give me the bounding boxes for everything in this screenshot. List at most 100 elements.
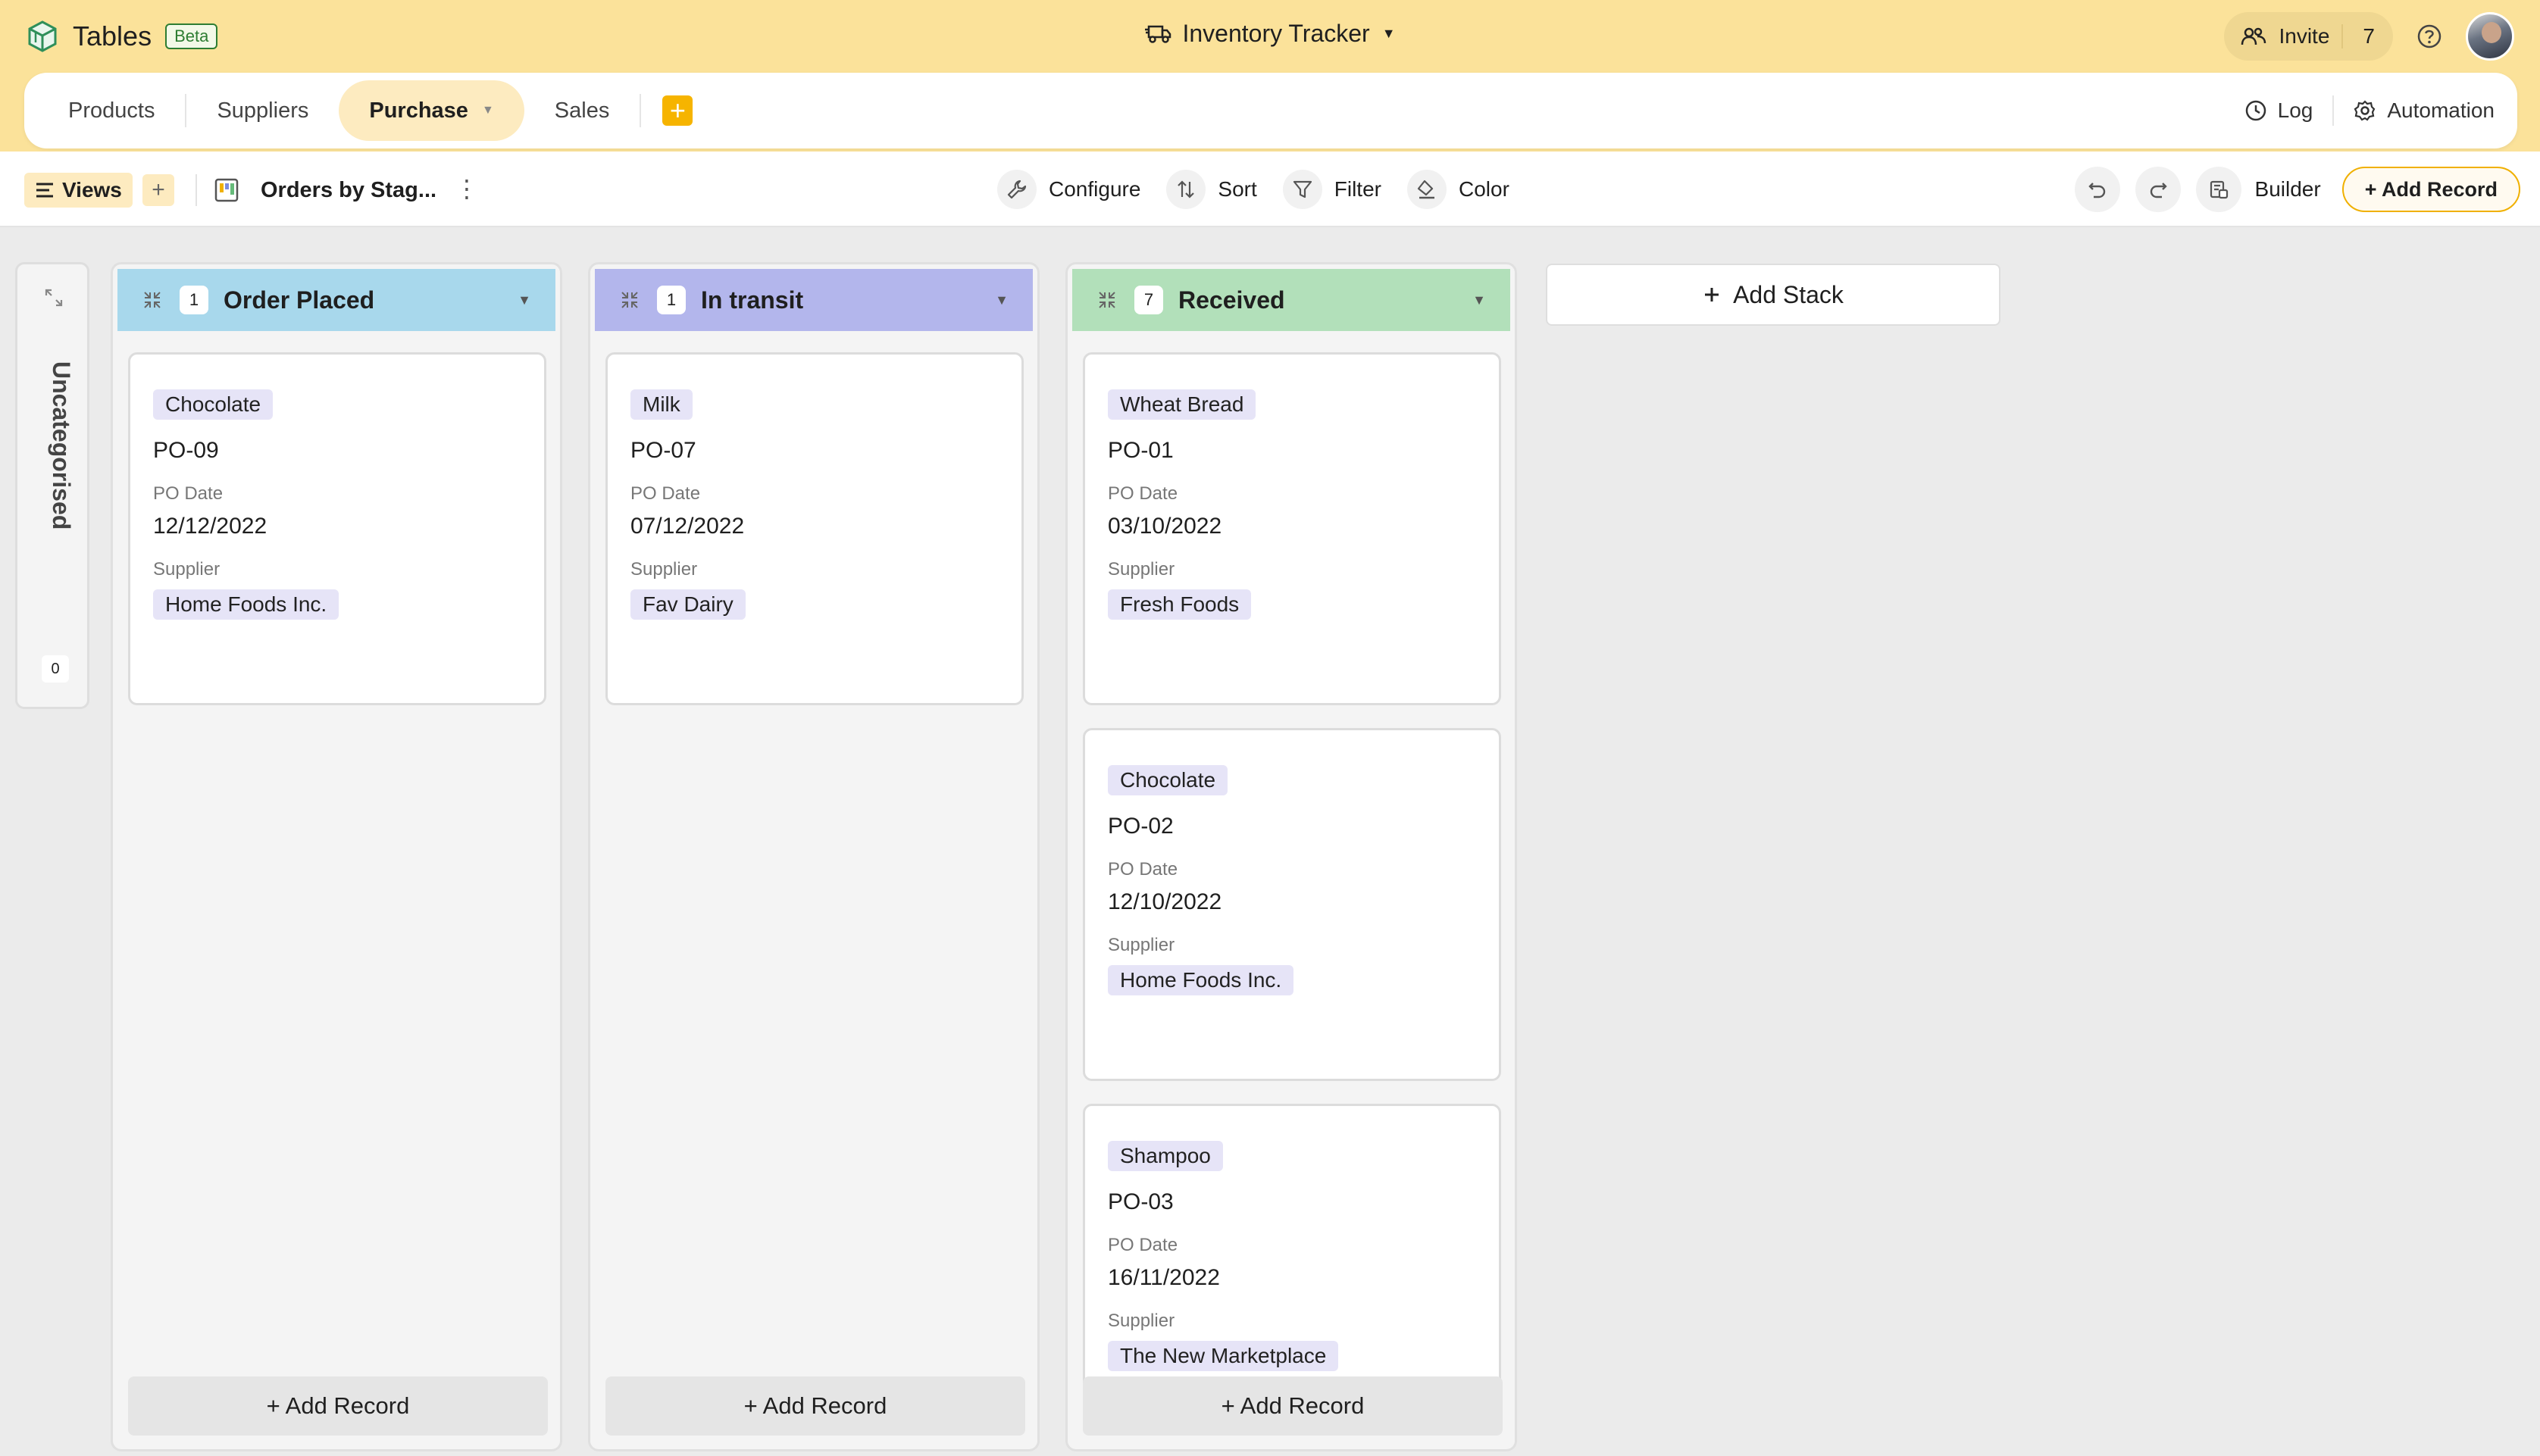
stack-title: In transit [701,286,804,314]
user-avatar[interactable] [2466,12,2514,61]
help-icon[interactable] [2416,23,2443,50]
stack-header[interactable]: 1 In transit ▼ [595,269,1033,331]
views-button[interactable]: Views [24,173,133,208]
po-number: PO-09 [153,438,219,463]
builder-label: Builder [2254,177,2321,201]
stack-received: 7 Received ▼ Wheat Bread PO-01 PO Date 0… [1065,262,1517,1451]
collapse-icon[interactable] [1096,289,1118,311]
tab-sales[interactable]: Sales [524,80,640,141]
tab-label: Purchase [369,98,468,123]
invite-label: Invite [2279,24,2330,48]
po-date-value: 07/12/2022 [630,514,745,539]
collapse-icon[interactable] [142,289,163,311]
paint-bucket-icon [1407,170,1447,209]
supplier-chip: Home Foods Inc. [153,589,339,620]
chevron-down-icon[interactable]: ▼ [482,104,494,117]
supplier-label: Supplier [1108,935,1175,955]
chevron-down-icon: ▼ [1381,26,1396,41]
supplier-chip: Home Foods Inc. [1108,965,1294,995]
po-date-label: PO Date [1108,483,1178,504]
tab-products[interactable]: Products [38,80,185,141]
builder-button[interactable]: Builder [2195,167,2321,212]
po-number: PO-01 [1108,438,1174,463]
add-view-button[interactable]: + [142,174,174,206]
po-date-value: 12/12/2022 [153,514,267,539]
filter-button[interactable]: Filter [1282,170,1381,209]
invite-count: 7 [2341,24,2375,48]
stack-in-transit: 1 In transit ▼ Milk PO-07 PO Date 07/12/… [588,262,1040,1451]
stack-add-record-button[interactable]: + Add Record [128,1376,548,1436]
views-label: Views [62,178,122,202]
clock-icon [2244,99,2267,122]
chevron-down-icon[interactable]: ▼ [518,292,531,308]
collapse-icon[interactable] [619,289,640,311]
po-number: PO-02 [1108,814,1174,839]
sort-button[interactable]: Sort [1166,170,1257,209]
add-table-button[interactable]: + [662,95,693,126]
sort-label: Sort [1218,177,1257,201]
users-icon [2241,27,2266,46]
plus-icon: + [669,95,686,126]
record-card[interactable]: Wheat Bread PO-01 PO Date 03/10/2022 Sup… [1083,352,1501,705]
plus-icon [1703,286,1721,304]
redo-icon[interactable] [2135,167,2181,212]
color-button[interactable]: Color [1407,170,1509,209]
stack-count: 1 [657,286,686,314]
plus-icon: + [152,177,165,202]
record-card[interactable]: Shampoo PO-03 PO Date 16/11/2022 Supplie… [1083,1104,1501,1383]
stack-title: Received [1178,286,1285,314]
menu-icon [35,182,55,198]
po-date-label: PO Date [1108,859,1178,880]
po-number: PO-07 [630,438,696,463]
supplier-label: Supplier [630,559,698,580]
record-card[interactable]: Chocolate PO-02 PO Date 12/10/2022 Suppl… [1083,728,1501,1081]
po-date-value: 03/10/2022 [1108,514,1222,539]
filter-icon [1282,170,1322,209]
add-record-button[interactable]: + Add Record [2341,167,2520,212]
current-view[interactable]: Orders by Stag... [214,173,436,208]
po-date-label: PO Date [1108,1235,1178,1255]
divider [2332,95,2335,126]
configure-label: Configure [1049,177,1141,201]
stack-count: 1 [180,286,208,314]
automation-button[interactable]: Automation [2354,98,2495,123]
stack-header[interactable]: 7 Received ▼ [1072,269,1510,331]
chevron-down-icon[interactable]: ▼ [1472,292,1486,308]
filter-label: Filter [1334,177,1381,201]
record-card[interactable]: Chocolate PO-09 PO Date 12/12/2022 Suppl… [128,352,546,705]
color-label: Color [1459,177,1509,201]
expand-icon[interactable] [43,287,64,308]
more-options-icon[interactable]: ⋮ [455,174,479,203]
tab-purchase[interactable]: Purchase ▼ [339,80,524,141]
stack-add-record-button[interactable]: + Add Record [1083,1376,1503,1436]
card-list[interactable]: Wheat Bread PO-01 PO Date 03/10/2022 Sup… [1083,352,1501,1383]
chevron-down-icon[interactable]: ▼ [995,292,1009,308]
stack-add-record-button[interactable]: + Add Record [605,1376,1025,1436]
product-chip: Wheat Bread [1108,389,1256,420]
document-title[interactable]: Inventory Tracker ▼ [0,20,2540,48]
product-chip: Milk [630,389,693,420]
tab-suppliers[interactable]: Suppliers [186,80,339,141]
view-toolbar: Views + Orders by Stag... ⋮ Configure So… [0,152,2540,227]
stack-header[interactable]: 1 Order Placed ▼ [117,269,555,331]
uncategorised-label: Uncategorised [48,361,75,530]
builder-icon [2195,167,2241,212]
log-button[interactable]: Log [2244,98,2313,123]
wrench-icon [997,170,1037,209]
add-stack-button[interactable]: Add Stack [1546,264,2000,326]
view-name-label: Orders by Stag... [261,177,437,202]
supplier-label: Supplier [1108,1311,1175,1331]
po-number: PO-03 [1108,1189,1174,1214]
uncategorised-stack[interactable]: Uncategorised 0 [15,262,89,709]
log-label: Log [2277,98,2313,122]
record-card[interactable]: Milk PO-07 PO Date 07/12/2022 Supplier F… [605,352,1024,705]
stack-title: Order Placed [224,286,375,314]
tab-label: Sales [554,98,610,123]
undo-icon[interactable] [2074,167,2120,212]
supplier-label: Supplier [153,559,221,580]
invite-button[interactable]: Invite 7 [2224,12,2393,61]
configure-button[interactable]: Configure [997,170,1140,209]
truck-icon [1144,23,1171,45]
tab-label: Suppliers [217,98,309,123]
product-chip: Shampoo [1108,1141,1223,1171]
